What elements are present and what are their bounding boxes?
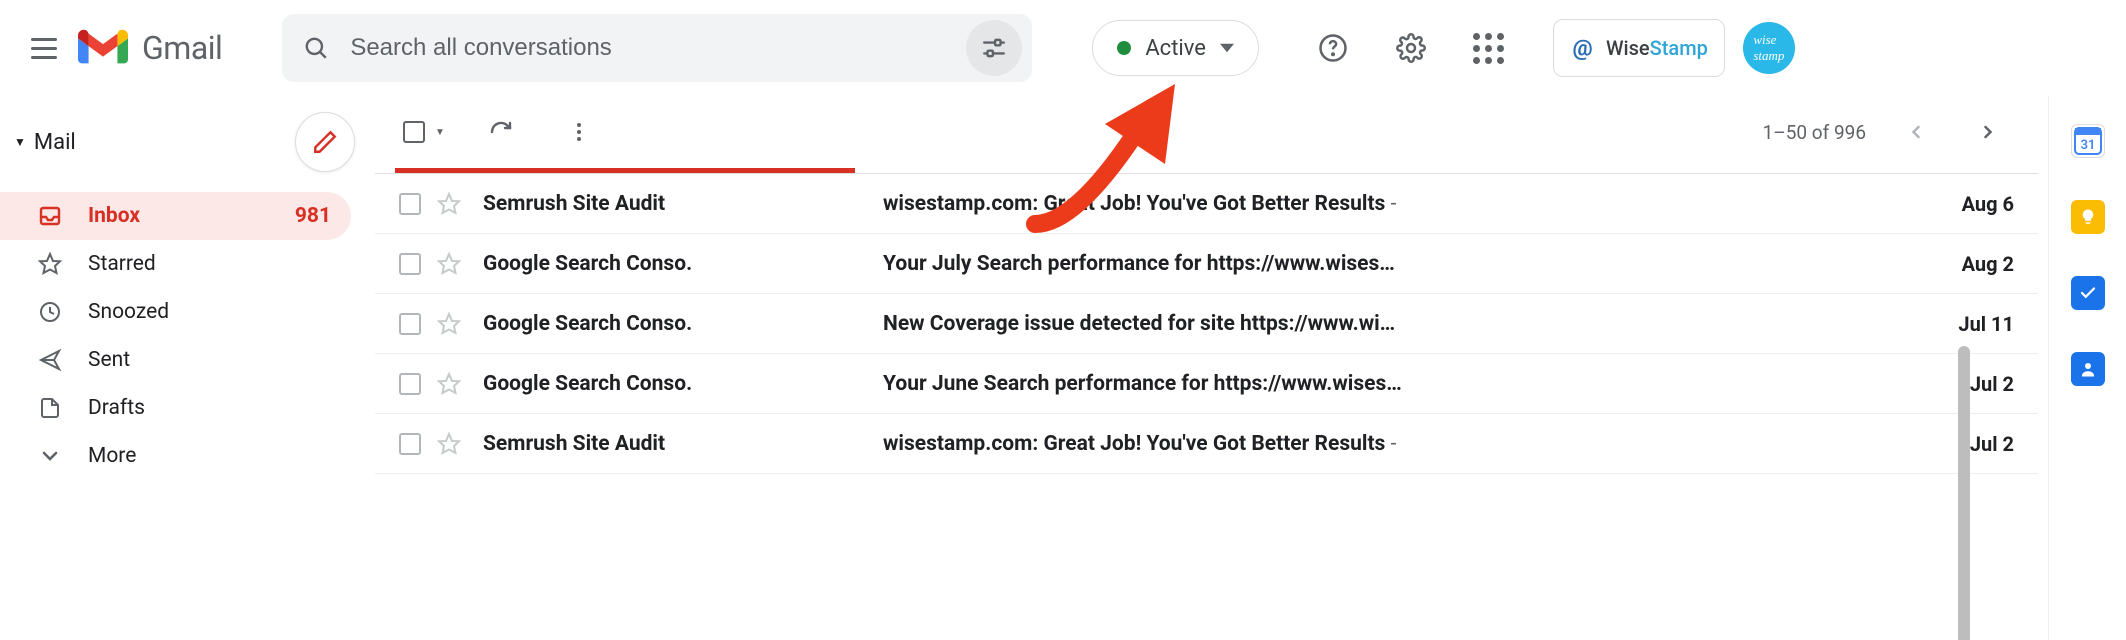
mail-sender: Semrush Site Audit [483, 192, 883, 216]
star-icon[interactable] [437, 252, 461, 276]
settings-button[interactable] [1387, 24, 1435, 72]
mail-section-toggle[interactable]: ▼ Mail [14, 130, 76, 155]
row-checkbox[interactable] [399, 313, 421, 335]
tasks-addon[interactable] [2071, 276, 2105, 310]
chevron-down-icon: ▼ [435, 127, 445, 138]
star-icon[interactable] [437, 192, 461, 216]
row-checkbox[interactable] [399, 373, 421, 395]
gmail-m-icon [78, 28, 128, 68]
prev-page-button[interactable] [1894, 110, 1938, 154]
inbox-icon [36, 202, 64, 230]
caret-down-icon: ▼ [14, 135, 26, 149]
more-button[interactable] [557, 110, 601, 154]
row-checkbox[interactable] [399, 193, 421, 215]
sidebar-item-label: Inbox [88, 204, 271, 228]
search-box[interactable] [282, 14, 1032, 82]
support-button[interactable] [1309, 24, 1357, 72]
sidebar-item-more[interactable]: More [0, 432, 351, 480]
sidebar-item-drafts[interactable]: Drafts [0, 384, 351, 432]
sidebar-item-label: Drafts [88, 396, 331, 420]
mail-row[interactable]: Semrush Site Auditwisestamp.com: Great J… [375, 174, 2038, 234]
mail-list: Semrush Site Auditwisestamp.com: Great J… [375, 174, 2038, 640]
send-icon [36, 346, 64, 374]
side-panel: 31 [2048, 96, 2126, 640]
sidebar-item-label: Starred [88, 252, 331, 276]
row-checkbox[interactable] [399, 433, 421, 455]
status-selector[interactable]: Active [1092, 20, 1259, 76]
sidebar-item-sent[interactable]: Sent [0, 336, 351, 384]
sidebar: ▼ Mail Inbox 981 Starred Snoozed Sent Drafts M… [0, 96, 375, 640]
svg-text:31: 31 [2080, 138, 2095, 153]
mail-subject: wisestamp.com: Great Job! You've Got Bet… [883, 192, 1924, 216]
select-all-checkbox[interactable]: ▼ [403, 121, 445, 143]
toolbar: ▼ 1–50 of 996 [375, 96, 2038, 168]
mail-date: Aug 2 [1924, 252, 2014, 276]
main-menu-button[interactable] [20, 24, 68, 72]
chevron-down-icon [1220, 41, 1234, 55]
clock-icon [36, 298, 64, 326]
search-options-button[interactable] [966, 20, 1022, 76]
sidebar-item-starred[interactable]: Starred [0, 240, 351, 288]
row-checkbox[interactable] [399, 253, 421, 275]
star-icon[interactable] [437, 312, 461, 336]
sidebar-item-label: More [88, 444, 331, 468]
brand-part1: Wise [1606, 36, 1650, 60]
brand-part2: Stamp [1650, 36, 1708, 60]
mail-row[interactable]: Google Search Conso.Your June Search per… [375, 354, 2038, 414]
mail-subject: New Coverage issue detected for site htt… [883, 312, 1924, 336]
star-icon[interactable] [437, 372, 461, 396]
calendar-addon[interactable]: 31 [2071, 124, 2105, 158]
scrollbar[interactable] [1958, 346, 1970, 640]
sidebar-item-label: Snoozed [88, 300, 331, 324]
status-label: Active [1145, 36, 1206, 61]
gmail-logo[interactable]: Gmail [78, 28, 222, 68]
mail-subject: Your July Search performance for https:/… [883, 252, 1924, 276]
contacts-addon[interactable] [2071, 352, 2105, 386]
mail-date: Aug 6 [1924, 192, 2014, 216]
mail-row[interactable]: Google Search Conso.New Coverage issue d… [375, 294, 2038, 354]
mail-sender: Google Search Conso. [483, 252, 883, 276]
sidebar-item-inbox[interactable]: Inbox 981 [0, 192, 351, 240]
star-icon [36, 250, 64, 278]
search-icon[interactable] [292, 24, 340, 72]
sidebar-item-count: 981 [295, 204, 331, 228]
workspace-brand[interactable]: @ WiseStamp [1553, 19, 1725, 77]
next-page-button[interactable] [1966, 110, 2010, 154]
gmail-wordmark: Gmail [142, 29, 222, 67]
mail-row[interactable]: Semrush Site Auditwisestamp.com: Great J… [375, 414, 2038, 474]
page-counter: 1–50 of 996 [1763, 121, 1866, 144]
star-icon[interactable] [437, 432, 461, 456]
search-input[interactable] [340, 34, 966, 62]
mail-subject: wisestamp.com: Great Job! You've Got Bet… [883, 432, 1924, 456]
keep-addon[interactable] [2071, 200, 2105, 234]
status-dot-icon [1117, 41, 1131, 55]
mail-row[interactable]: Google Search Conso.Your July Search per… [375, 234, 2038, 294]
mail-sender: Google Search Conso. [483, 312, 883, 336]
compose-button[interactable] [295, 112, 355, 172]
mail-subject: Your June Search performance for https:/… [883, 372, 1924, 396]
account-avatar[interactable]: wisestamp [1743, 22, 1795, 74]
mail-section-label: Mail [34, 130, 76, 155]
expand-icon [36, 442, 64, 470]
mail-sender: Google Search Conso. [483, 372, 883, 396]
file-icon [36, 394, 64, 422]
google-apps-button[interactable] [1465, 24, 1513, 72]
refresh-button[interactable] [479, 110, 523, 154]
header-bar: Gmail Active @ WiseStamp wisestamp [0, 0, 2126, 96]
header-icons [1309, 24, 1513, 72]
main-panel: ▼ 1–50 of 996 Semrush Site Auditwisestam… [375, 96, 2048, 640]
sidebar-item-label: Sent [88, 348, 331, 372]
mail-sender: Semrush Site Audit [483, 432, 883, 456]
sidebar-item-snoozed[interactable]: Snoozed [0, 288, 351, 336]
mail-date: Jul 11 [1924, 312, 2014, 336]
svg-text:@: @ [1572, 36, 1592, 62]
